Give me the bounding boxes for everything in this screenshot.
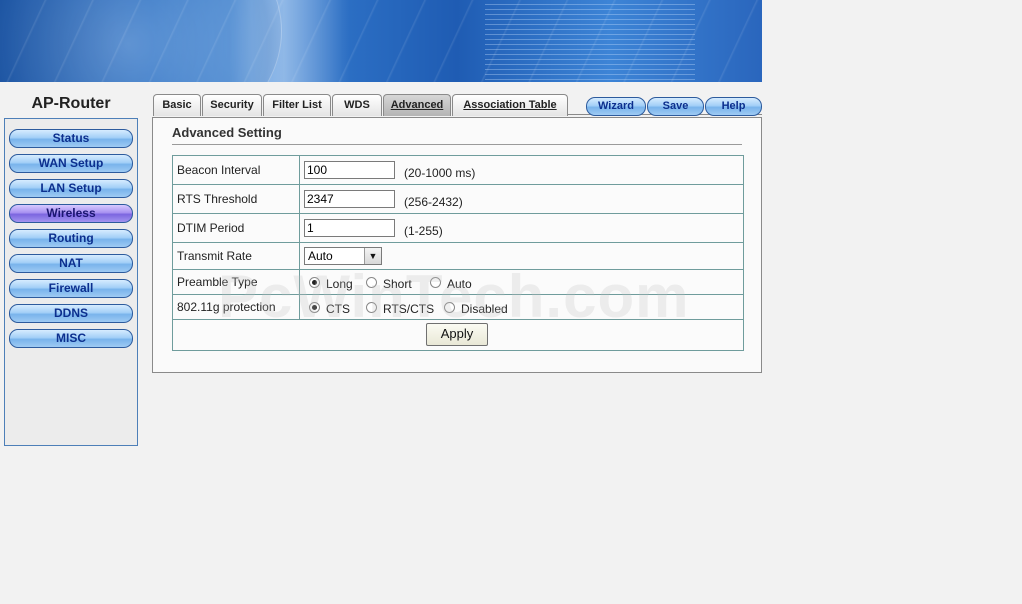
protection-rts-cts-label: RTS/CTS [383, 302, 435, 316]
section-title: Advanced Setting [172, 125, 282, 140]
beacon-interval-hint: (20-1000 ms) [404, 166, 476, 180]
preamble-auto-radio[interactable] [430, 277, 441, 288]
sidebar-item-misc[interactable]: MISC [9, 329, 133, 348]
sidebar-item-status[interactable]: Status [9, 129, 133, 148]
preamble-long-radio[interactable] [309, 277, 320, 288]
tab-security[interactable]: Security [202, 94, 262, 116]
column-separator [299, 270, 300, 294]
preamble-short-label: Short [383, 277, 412, 291]
protection-disabled-radio[interactable] [444, 302, 455, 313]
beacon-interval-label: Beacon Interval [177, 163, 261, 177]
save-button[interactable]: Save [647, 97, 704, 116]
protection-label: 802.11g protection [177, 300, 276, 314]
rts-threshold-input[interactable]: 2347 [304, 190, 395, 208]
banner-data-texture [485, 4, 695, 80]
column-separator [299, 295, 300, 319]
dtim-period-input[interactable]: 1 [304, 219, 395, 237]
transmit-rate-label: Transmit Rate [177, 249, 252, 263]
protection-rts-cts-radio[interactable] [366, 302, 377, 313]
row-dtim-period: DTIM Period 1 (1-255) [173, 214, 743, 243]
sidebar-item-wan-setup[interactable]: WAN Setup [9, 154, 133, 173]
brand-title: AP-Router [31, 95, 111, 112]
tab-filter-list[interactable]: Filter List [263, 94, 331, 116]
dtim-period-hint: (1-255) [404, 224, 443, 238]
row-rts-threshold: RTS Threshold 2347 (256-2432) [173, 185, 743, 214]
protection-cts-label: CTS [326, 302, 350, 316]
section-divider [172, 144, 742, 145]
column-separator [299, 156, 300, 184]
rts-threshold-label: RTS Threshold [177, 192, 258, 206]
apply-button[interactable]: Apply [426, 323, 488, 346]
preamble-long-label: Long [326, 277, 353, 291]
tab-association-table[interactable]: Association Table [452, 94, 568, 116]
protection-cts-radio[interactable] [309, 302, 320, 313]
help-button[interactable]: Help [705, 97, 762, 116]
sidebar-item-nat[interactable]: NAT [9, 254, 133, 273]
column-separator [299, 185, 300, 213]
row-transmit-rate: Transmit Rate Auto ▼ [173, 243, 743, 270]
sidebar-item-wireless[interactable]: Wireless [9, 204, 133, 223]
row-preamble-type: Preamble Type Long Short Auto [173, 270, 743, 295]
tab-basic[interactable]: Basic [153, 94, 201, 116]
rts-threshold-hint: (256-2432) [404, 195, 463, 209]
sidebar-item-lan-setup[interactable]: LAN Setup [9, 179, 133, 198]
beacon-interval-input[interactable]: 100 [304, 161, 395, 179]
row-protection: 802.11g protection CTS RTS/CTS Disabled [173, 295, 743, 320]
sidebar-item-routing[interactable]: Routing [9, 229, 133, 248]
chevron-down-icon[interactable]: ▼ [364, 248, 381, 264]
sidebar-nav: Status WAN Setup LAN Setup Wireless Rout… [4, 118, 138, 446]
sidebar-item-ddns[interactable]: DDNS [9, 304, 133, 323]
column-separator [299, 243, 300, 269]
tab-advanced[interactable]: Advanced [383, 94, 451, 116]
tab-wds[interactable]: WDS [332, 94, 382, 116]
preamble-auto-label: Auto [447, 277, 472, 291]
dtim-period-label: DTIM Period [177, 221, 245, 235]
sidebar-item-firewall[interactable]: Firewall [9, 279, 133, 298]
column-separator [299, 214, 300, 242]
transmit-rate-select[interactable]: Auto ▼ [304, 247, 382, 265]
row-beacon-interval: Beacon Interval 100 (20-1000 ms) [173, 156, 743, 185]
transmit-rate-value: Auto [308, 249, 333, 263]
preamble-type-label: Preamble Type [177, 275, 258, 289]
preamble-short-radio[interactable] [366, 277, 377, 288]
wizard-button[interactable]: Wizard [586, 97, 646, 116]
header-banner [0, 0, 762, 82]
advanced-settings-table: Beacon Interval 100 (20-1000 ms) RTS Thr… [172, 155, 744, 351]
protection-disabled-label: Disabled [461, 302, 508, 316]
banner-glow [230, 0, 350, 82]
